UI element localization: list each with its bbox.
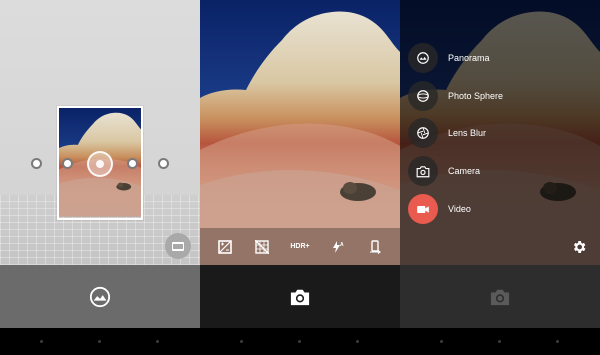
mode-label: Photo Sphere — [448, 91, 504, 101]
panorama-alignment-target — [87, 151, 113, 177]
svg-text:A: A — [340, 242, 344, 248]
nav-dot — [240, 340, 243, 343]
camera-icon — [490, 289, 510, 305]
mode-item-video[interactable]: Video — [408, 194, 471, 224]
nav-dot — [98, 340, 101, 343]
nav-dot — [40, 340, 43, 343]
nav-dot — [356, 340, 359, 343]
mode-label: Panorama — [448, 53, 490, 63]
mode-label: Camera — [448, 166, 481, 176]
mode-label: Video — [448, 204, 471, 214]
grid-off-icon — [255, 239, 270, 254]
lens-blur-icon — [417, 127, 429, 139]
hdr-plus-icon: HDR+ — [290, 243, 310, 250]
camera-bottom-bar — [200, 265, 400, 328]
mode-item-camera[interactable]: Camera — [408, 156, 480, 186]
panorama-icon — [89, 286, 111, 307]
panorama-icon — [417, 52, 429, 64]
grid-toggle-button[interactable] — [251, 236, 273, 258]
camera-shutter-button[interactable] — [287, 284, 313, 310]
camera-options-toolbar: HDR+ A — [200, 228, 400, 265]
nav-dot — [498, 340, 501, 343]
photo-sphere-icon — [417, 90, 429, 102]
mode-menu-bottom-bar — [400, 265, 600, 328]
nav-dot — [298, 340, 301, 343]
viewfinder-image — [200, 0, 400, 265]
mode-bubble-active — [408, 194, 438, 224]
video-icon — [417, 205, 429, 213]
exposure-icon — [217, 239, 232, 254]
system-nav-bar — [0, 328, 600, 355]
panorama-target-dot — [127, 158, 138, 169]
mode-menu-screen: Panorama Photo Sphere Lens Blur Camera V… — [400, 0, 600, 355]
exposure-button[interactable] — [214, 236, 236, 258]
nav-dot — [440, 340, 443, 343]
mode-item-panorama[interactable]: Panorama — [408, 43, 490, 73]
switch-camera-icon — [370, 239, 382, 254]
panorama-mode-toggle-icon — [172, 241, 184, 251]
gear-icon — [573, 241, 586, 253]
mode-item-photo-sphere[interactable]: Photo Sphere — [408, 81, 503, 111]
mode-item-lens-blur[interactable]: Lens Blur — [408, 118, 486, 148]
flash-auto-icon: A — [332, 240, 344, 253]
camera-icon — [290, 289, 310, 305]
mode-bubble — [408, 156, 438, 186]
nav-dot — [156, 340, 159, 343]
camera-viewfinder-screen: HDR+ A — [200, 0, 400, 355]
switch-camera-button[interactable] — [364, 236, 386, 258]
settings-button[interactable] — [568, 236, 590, 258]
panorama-mode-toggle-button[interactable] — [165, 233, 191, 259]
mode-bubble — [408, 81, 438, 111]
panorama-target-dot — [62, 158, 73, 169]
camera-shutter-button-disabled[interactable] — [487, 284, 513, 310]
panorama-bottom-bar — [0, 265, 200, 328]
panorama-capture-screen — [0, 0, 200, 355]
hdr-plus-button[interactable]: HDR+ — [289, 236, 311, 258]
panorama-shutter-button[interactable] — [87, 284, 113, 310]
mode-label: Lens Blur — [448, 128, 487, 138]
panorama-target-dot — [31, 158, 42, 169]
flash-button[interactable]: A — [327, 236, 349, 258]
panorama-target-dot — [158, 158, 169, 169]
nav-dot — [556, 340, 559, 343]
mode-bubble — [408, 118, 438, 148]
mode-bubble — [408, 43, 438, 73]
camera-icon — [416, 165, 430, 177]
